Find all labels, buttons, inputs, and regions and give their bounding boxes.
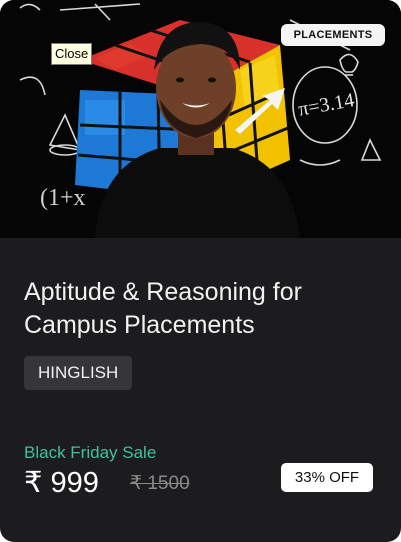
course-banner-image: π=3.14 (1+x PLACEMENTS Close (0, 0, 401, 238)
category-badge: PLACEMENTS (281, 24, 385, 46)
course-title[interactable]: Aptitude & Reasoning for Campus Placemen… (24, 276, 374, 342)
original-price: ₹ 1500 (130, 473, 190, 494)
sale-label: Black Friday Sale (24, 443, 157, 462)
chalk-pi-text: π=3.14 (297, 89, 356, 120)
current-price: ₹ 999 (24, 467, 99, 499)
chalk-formula-text: (1+x (40, 185, 86, 211)
close-tooltip: Close (51, 43, 93, 65)
discount-badge: 33% OFF (281, 463, 373, 492)
course-card[interactable]: π=3.14 (1+x PLACEMENTS Close Aptitude & … (0, 0, 401, 542)
language-badge: HINGLISH (24, 356, 133, 390)
